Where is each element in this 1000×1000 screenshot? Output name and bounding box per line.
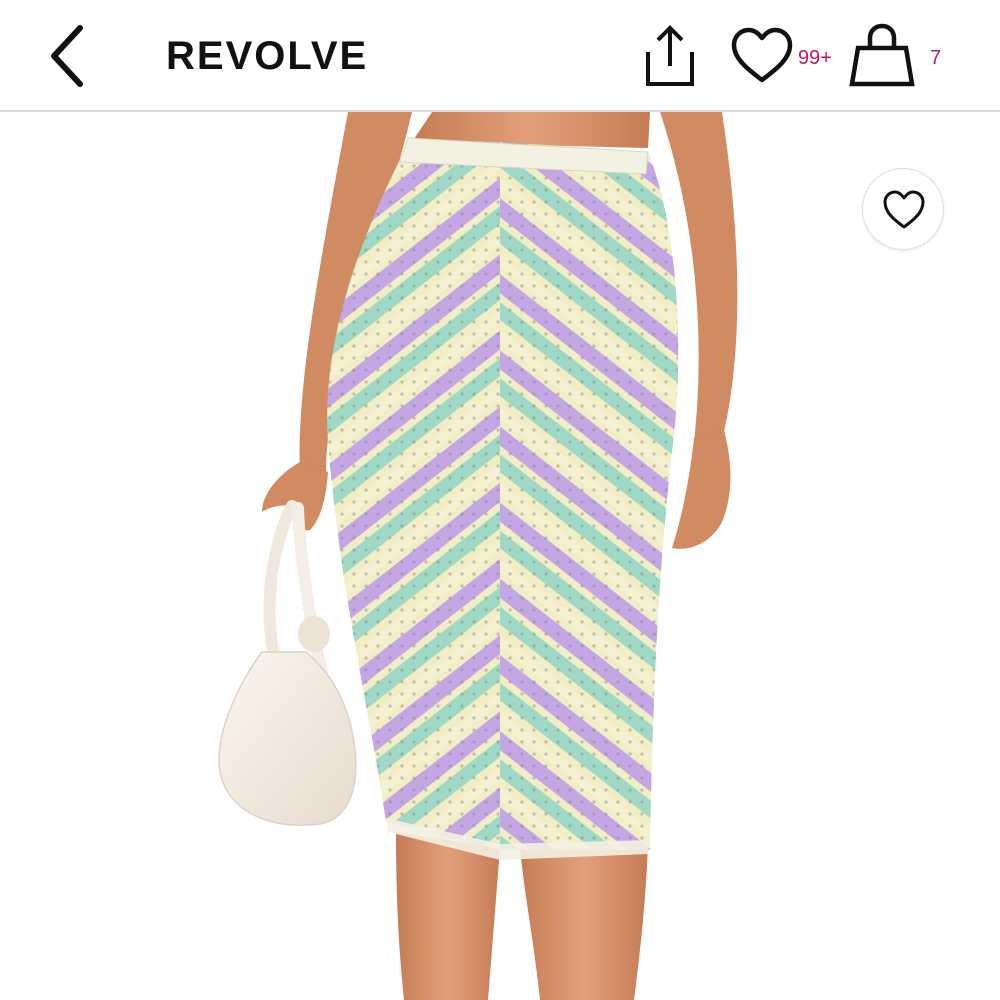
heart-icon <box>731 27 793 83</box>
heart-icon <box>883 190 925 229</box>
shopping-bag-button[interactable]: 7 <box>848 22 952 88</box>
brand-logo[interactable]: REVOLVE <box>166 30 368 82</box>
favorite-button[interactable] <box>862 168 944 250</box>
share-button[interactable] <box>640 22 700 88</box>
product-page: REVOLVE 99+ 7 <box>0 0 1000 1000</box>
back-button[interactable] <box>40 20 96 92</box>
wishlist-count-badge: 99+ <box>798 47 832 69</box>
chevron-left-icon <box>51 25 83 87</box>
top-nav-bar: REVOLVE 99+ 7 <box>0 0 1000 112</box>
product-photo <box>218 112 738 1000</box>
product-image[interactable] <box>0 112 1000 1000</box>
shopping-bag-icon <box>849 23 915 87</box>
bag-count-badge: 7 <box>930 47 942 69</box>
wishlist-button[interactable]: 99+ <box>730 26 846 86</box>
share-icon <box>646 25 694 86</box>
